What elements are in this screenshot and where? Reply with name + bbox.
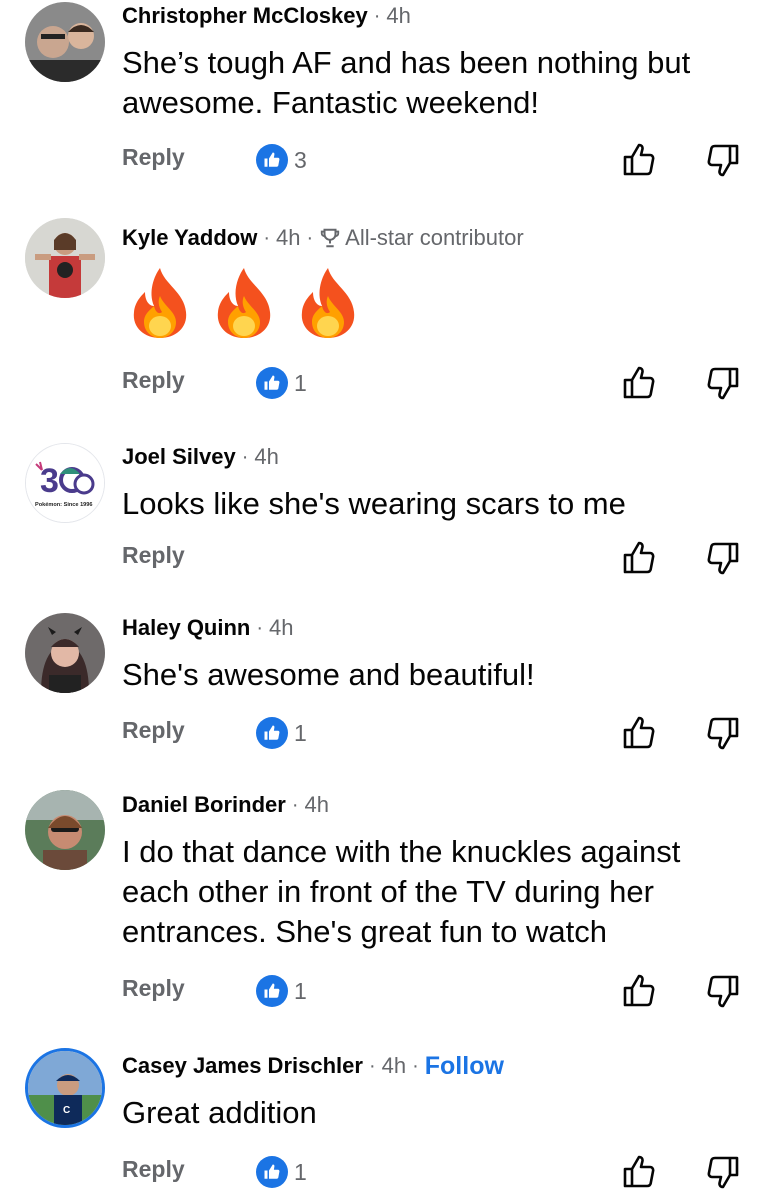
fire-emoji xyxy=(296,266,360,345)
comment-line: entrances. She's great fun to watch xyxy=(122,914,607,949)
reaction-count: 1 xyxy=(294,1158,307,1185)
comment-text: Great addition xyxy=(122,1093,742,1133)
timestamp[interactable]: 4h xyxy=(304,791,328,819)
like-icon xyxy=(256,717,288,749)
thumb-down-icon[interactable] xyxy=(703,971,743,1011)
reaction-count: 1 xyxy=(294,719,307,746)
author-name[interactable]: Daniel Borinder xyxy=(122,791,286,819)
avatar[interactable] xyxy=(25,790,105,870)
comment-text: Looks like she's wearing scars to me xyxy=(122,484,742,524)
author-name[interactable]: Haley Quinn xyxy=(122,614,250,642)
thumb-down-icon[interactable] xyxy=(703,713,743,753)
avatar[interactable]: C xyxy=(25,1048,105,1128)
reply-button[interactable]: Reply xyxy=(122,975,185,1002)
separator: · xyxy=(263,227,270,249)
separator: · xyxy=(373,5,381,27)
thumb-down-icon[interactable] xyxy=(703,140,743,180)
reply-button[interactable]: Reply xyxy=(122,542,185,569)
comment-line: each other in front of the TV during her xyxy=(122,874,654,909)
separator: · xyxy=(256,617,264,639)
author-name[interactable]: Christopher McCloskey xyxy=(122,2,368,30)
thumb-up-icon[interactable] xyxy=(619,971,659,1011)
fire-emoji xyxy=(212,266,276,345)
author-name[interactable]: Kyle Yaddow xyxy=(122,224,257,252)
avatar[interactable] xyxy=(25,613,105,693)
reply-button[interactable]: Reply xyxy=(122,1156,185,1183)
comment-line: I do that dance with the knuckles agains… xyxy=(122,834,681,869)
thumb-up-icon[interactable] xyxy=(619,1152,659,1192)
comment-header: Joel Silvey · 4h xyxy=(122,443,279,471)
reaction-summary[interactable]: 3 xyxy=(256,144,307,176)
comment-actions: Reply 1 xyxy=(0,713,775,753)
like-icon xyxy=(256,975,288,1007)
reaction-count: 1 xyxy=(294,369,307,396)
comment-actions: Reply 1 xyxy=(0,363,775,403)
separator: · xyxy=(412,1055,419,1077)
comment-line: Looks like she's wearing scars to me xyxy=(122,486,626,521)
reaction-summary[interactable]: 1 xyxy=(256,717,307,749)
reply-button[interactable]: Reply xyxy=(122,144,185,171)
reply-button[interactable]: Reply xyxy=(122,367,185,394)
trophy-icon xyxy=(319,227,341,249)
svg-text:C: C xyxy=(63,1105,70,1116)
timestamp[interactable]: 4h xyxy=(276,224,300,252)
timestamp[interactable]: 4h xyxy=(386,2,410,30)
emoji-row xyxy=(128,266,360,345)
reply-button[interactable]: Reply xyxy=(122,717,185,744)
timestamp[interactable]: 4h xyxy=(254,443,278,471)
comment-actions: Reply 1 xyxy=(0,1152,775,1192)
separator: · xyxy=(368,1055,376,1077)
like-icon xyxy=(256,1156,288,1188)
reaction-summary[interactable]: 1 xyxy=(256,1156,307,1188)
comment-line: awesome. Fantastic weekend! xyxy=(122,85,539,120)
comment-header: Daniel Borinder · 4h xyxy=(122,791,329,819)
fire-emoji xyxy=(128,266,192,345)
reaction-count: 3 xyxy=(294,146,307,173)
reaction-summary[interactable]: 1 xyxy=(256,975,307,1007)
thumb-up-icon[interactable] xyxy=(619,363,659,403)
author-name[interactable]: Joel Silvey xyxy=(122,443,236,471)
reaction-count: 1 xyxy=(294,977,307,1004)
timestamp[interactable]: 4h xyxy=(382,1052,406,1080)
separator: · xyxy=(241,446,249,468)
contributor-badge[interactable]: All-star contributor xyxy=(345,224,524,252)
separator: · xyxy=(291,794,299,816)
comment-actions: Reply 3 xyxy=(0,140,775,180)
timestamp[interactable]: 4h xyxy=(269,614,293,642)
avatar-caption: Pokémon: Since 1996 xyxy=(35,502,93,508)
like-icon xyxy=(256,367,288,399)
like-icon xyxy=(256,144,288,176)
avatar[interactable]: 3 Pokémon: Since 1996 xyxy=(25,443,105,523)
comment-line: She’s tough AF and has been nothing but xyxy=(122,45,691,80)
svg-text:3: 3 xyxy=(40,462,59,500)
comment-header: Kyle Yaddow · 4h · All-star contributor xyxy=(122,224,524,252)
thumb-down-icon[interactable] xyxy=(703,538,743,578)
comment-actions: Reply xyxy=(0,538,775,578)
comment-actions: Reply 1 xyxy=(0,971,775,1011)
reaction-summary[interactable]: 1 xyxy=(256,367,307,399)
thumb-down-icon[interactable] xyxy=(703,363,743,403)
thumb-up-icon[interactable] xyxy=(619,140,659,180)
avatar[interactable] xyxy=(25,218,105,298)
avatar[interactable] xyxy=(25,2,105,82)
comment-line: Great addition xyxy=(122,1095,317,1130)
comment-text: I do that dance with the knuckles agains… xyxy=(122,832,742,952)
comment-line: She's awesome and beautiful! xyxy=(122,657,535,692)
thumb-up-icon[interactable] xyxy=(619,538,659,578)
comment-text: She’s tough AF and has been nothing but … xyxy=(122,43,742,123)
comment-header: Christopher McCloskey · 4h xyxy=(122,2,411,30)
follow-button[interactable]: Follow xyxy=(425,1052,504,1080)
thumb-down-icon[interactable] xyxy=(703,1152,743,1192)
thumb-up-icon[interactable] xyxy=(619,713,659,753)
author-name[interactable]: Casey James Drischler xyxy=(122,1052,363,1080)
comment-text: She's awesome and beautiful! xyxy=(122,655,742,695)
separator: · xyxy=(306,227,314,249)
comment-header: Haley Quinn · 4h xyxy=(122,614,294,642)
comment-header: Casey James Drischler · 4h · Follow xyxy=(122,1052,504,1080)
